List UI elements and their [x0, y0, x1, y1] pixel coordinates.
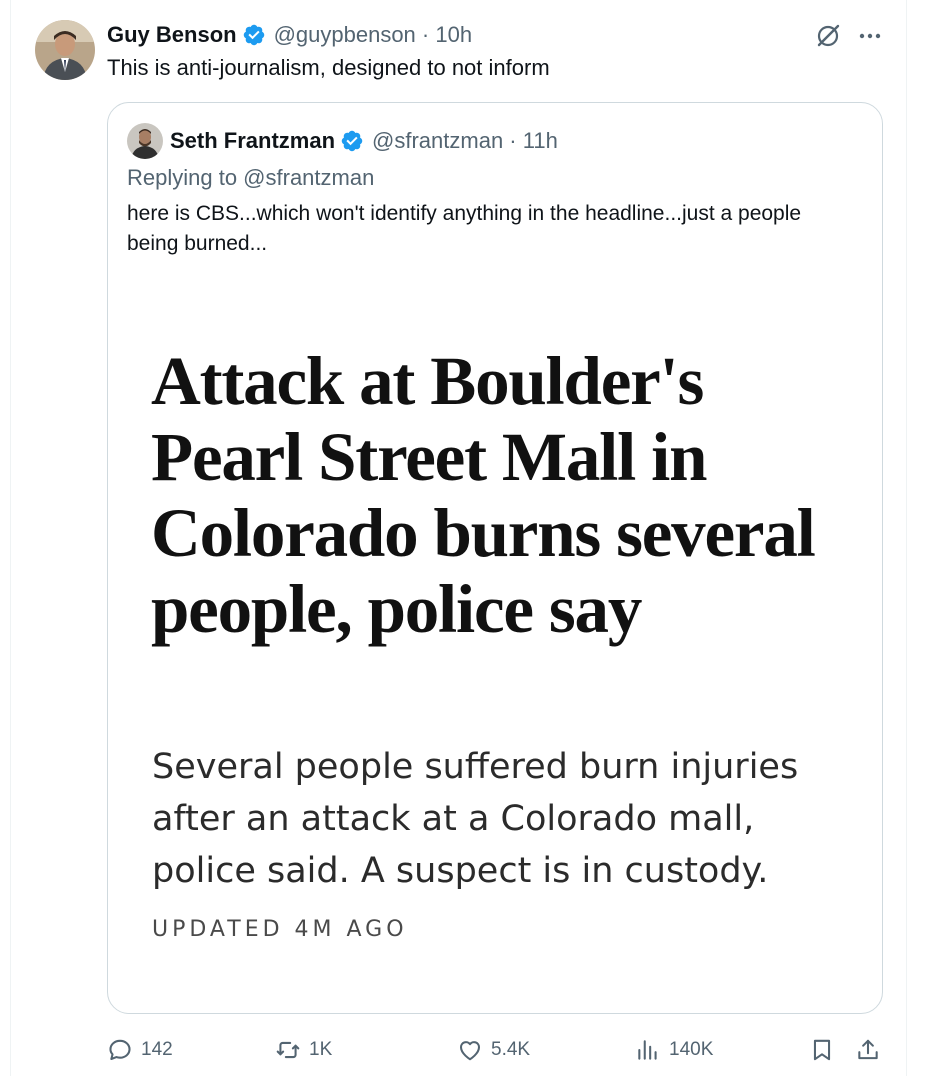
article-headline: Attack at Boulder's Pearl Street Mall in…	[151, 343, 816, 647]
repost-count: 1K	[309, 1039, 333, 1060]
quoted-text: here is CBS...which won't identify anyth…	[127, 202, 802, 255]
views-icon	[638, 1040, 657, 1060]
like-button[interactable]: 5.4K	[457, 1034, 530, 1066]
reply-icon	[109, 1039, 131, 1061]
article-dek: Several people suffered burn injuries af…	[152, 747, 799, 891]
quoted-tweet[interactable]: Seth Frantzman @sfrantzman · 11h Replyin…	[107, 102, 883, 1014]
author-handle-time: @guypbenson · 10h	[273, 22, 473, 47]
share-button[interactable]	[855, 1034, 889, 1066]
like-icon	[459, 1041, 481, 1061]
views-button[interactable]: 140K	[635, 1034, 713, 1066]
share-icon	[858, 1039, 878, 1060]
replying-to[interactable]: Replying to @sfrantzman	[127, 165, 374, 191]
bookmark-button[interactable]	[809, 1034, 843, 1066]
action-bar: 142 1K 5.4K 140K	[107, 1034, 883, 1066]
quoted-author-name[interactable]: Seth Frantzman	[170, 128, 335, 154]
tweet-header: Guy Benson @guypbenson · 10h	[107, 20, 472, 50]
verified-badge-icon	[341, 130, 363, 152]
quoted-handle-time: @sfrantzman · 11h	[372, 128, 558, 153]
reply-button[interactable]: 142	[107, 1034, 173, 1066]
views-count: 140K	[669, 1039, 714, 1060]
author-name[interactable]: Guy Benson	[107, 22, 237, 48]
reply-count: 142	[141, 1039, 173, 1060]
repost-button[interactable]: 1K	[275, 1034, 332, 1066]
quoted-author-avatar[interactable]	[127, 123, 163, 159]
grok-icon[interactable]	[814, 22, 842, 50]
like-count: 5.4K	[491, 1039, 531, 1060]
verified-badge-icon	[243, 24, 264, 46]
repost-icon	[276, 1041, 300, 1059]
author-avatar[interactable]	[35, 20, 95, 80]
quoted-header: Seth Frantzman @sfrantzman · 11h	[170, 125, 558, 157]
more-icon[interactable]	[856, 22, 884, 50]
tweet-text: This is anti-journalism, designed to not…	[107, 55, 550, 80]
article-updated: UPDATED 4M AGO	[152, 917, 408, 942]
bookmark-icon	[813, 1039, 831, 1061]
